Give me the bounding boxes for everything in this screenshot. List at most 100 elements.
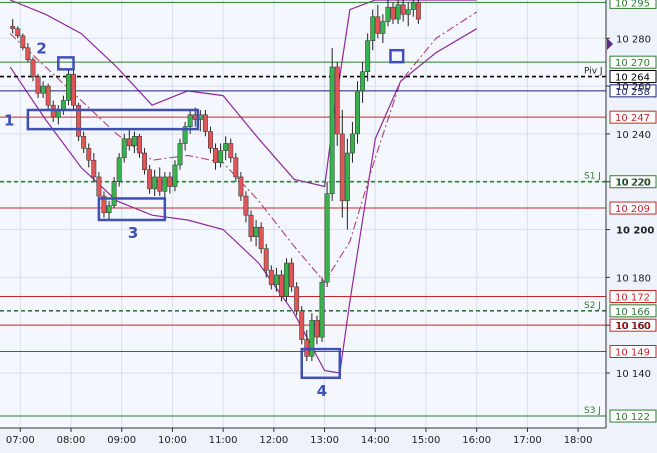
candle-body-25 <box>137 136 142 154</box>
level-label-10: 10 149 <box>615 347 650 358</box>
x-tick-label-4: 11:00 <box>209 435 238 446</box>
candle-body-47 <box>248 214 254 237</box>
candle-body-78 <box>405 9 411 15</box>
candle-body-6 <box>40 85 46 94</box>
y-tick-label-0: 10 140 <box>616 369 651 380</box>
level-label-0: 10 295 <box>615 0 650 9</box>
level-label-8: 10 166 <box>615 307 650 318</box>
candle-body-74 <box>385 6 391 22</box>
candle-body-15 <box>86 147 92 161</box>
candle-body-63 <box>329 66 335 194</box>
candle-body-57 <box>299 310 305 340</box>
level-name-2: Piv J <box>584 67 603 77</box>
candle-body-5 <box>35 76 41 94</box>
y-tick-label-2: 10 180 <box>616 273 651 284</box>
y-tick-label-1: 10 160 <box>616 321 651 332</box>
candle-body-69 <box>360 71 366 92</box>
candle-body-19 <box>106 205 112 214</box>
annotation-label-4: 4 <box>317 382 327 400</box>
candle-body-53 <box>278 274 284 297</box>
level-name-5: S1 J <box>584 172 601 182</box>
candle-body-79 <box>410 2 416 10</box>
candle-body-17 <box>96 176 102 197</box>
x-tick-label-0: 07:00 <box>6 435 35 446</box>
candle-body-14 <box>81 136 87 149</box>
x-tick-label-10: 17:00 <box>513 435 542 446</box>
candle-body-31 <box>167 176 173 187</box>
candle-body-75 <box>390 6 396 20</box>
candle-body-23 <box>126 138 132 147</box>
candle-body-54 <box>284 262 289 297</box>
candle-body-16 <box>91 159 97 178</box>
candle-body-67 <box>349 133 355 154</box>
x-tick-label-2: 09:00 <box>107 435 136 446</box>
candle-body-52 <box>273 274 279 285</box>
candle-body-27 <box>147 169 153 190</box>
x-tick-label-9: 16:00 <box>462 435 491 446</box>
level-label-7: 10 172 <box>615 292 650 303</box>
candle-body-35 <box>187 114 193 127</box>
candle-body-61 <box>319 281 325 338</box>
candle-body-30 <box>162 176 168 192</box>
x-tick-label-11: 18:00 <box>564 435 593 446</box>
candle-body-55 <box>289 262 295 288</box>
candle-body-33 <box>177 143 183 166</box>
candle-body-7 <box>45 85 51 106</box>
candle-body-32 <box>172 164 178 187</box>
candle-body-62 <box>324 193 330 283</box>
y-tick-label-4: 10 220 <box>616 178 651 189</box>
candle-body-45 <box>238 176 244 197</box>
x-tick-label-3: 10:00 <box>158 435 187 446</box>
candle-body-3 <box>25 47 31 61</box>
candle-body-2 <box>20 35 26 49</box>
x-tick-label-5: 12:00 <box>259 435 288 446</box>
candle-body-77 <box>400 4 406 15</box>
candle-body-72 <box>375 16 381 34</box>
candle-body-51 <box>268 269 274 285</box>
level-label-11: 10 122 <box>615 412 650 423</box>
candle-body-1 <box>15 28 21 37</box>
candle-body-50 <box>263 248 269 271</box>
candle-body-26 <box>142 152 147 171</box>
candle-body-49 <box>258 226 264 249</box>
candle-body-40 <box>213 147 218 163</box>
x-tick-label-8: 15:00 <box>412 435 441 446</box>
level-name-11: S3 J <box>584 406 601 416</box>
y-tick-label-5: 10 240 <box>616 130 651 141</box>
candle-body-44 <box>233 157 239 178</box>
candle-body-20 <box>111 181 117 206</box>
level-label-4: 10 247 <box>615 113 650 124</box>
candle-body-71 <box>370 16 376 41</box>
y-tick-label-7: 10 280 <box>616 34 651 45</box>
candle-body-66 <box>344 152 350 202</box>
candle-body-42 <box>223 143 229 151</box>
level-name-8: S2 J <box>584 301 601 311</box>
candle-body-22 <box>121 138 127 159</box>
candle-body-39 <box>208 131 213 149</box>
x-tick-label-1: 08:00 <box>57 435 86 446</box>
annotation-label-1: 1 <box>4 112 14 130</box>
candle-body-10 <box>60 100 66 111</box>
candle-body-73 <box>380 21 386 34</box>
candle-body-76 <box>395 4 401 20</box>
candle-body-28 <box>152 176 158 190</box>
candle-body-60 <box>314 320 320 338</box>
candle-body-65 <box>339 133 345 202</box>
candle-body-0 <box>10 26 16 29</box>
x-tick-label-7: 14:00 <box>361 435 390 446</box>
candle-body-24 <box>131 136 137 147</box>
annotation-label-3: 3 <box>128 224 138 242</box>
candle-body-12 <box>71 73 76 106</box>
candle-body-11 <box>66 73 71 101</box>
y-tick-label-6: 10 260 <box>616 82 651 93</box>
candle-body-4 <box>30 59 36 77</box>
level-label-1: 10 270 <box>615 58 650 69</box>
candle-body-41 <box>218 150 224 163</box>
candle-body-46 <box>243 195 249 216</box>
level-label-6: 10 209 <box>615 204 650 215</box>
candle-body-43 <box>228 143 234 159</box>
candle-body-56 <box>294 286 300 312</box>
candle-body-38 <box>202 114 208 132</box>
candle-body-64 <box>334 66 340 135</box>
candle-body-70 <box>365 40 371 72</box>
